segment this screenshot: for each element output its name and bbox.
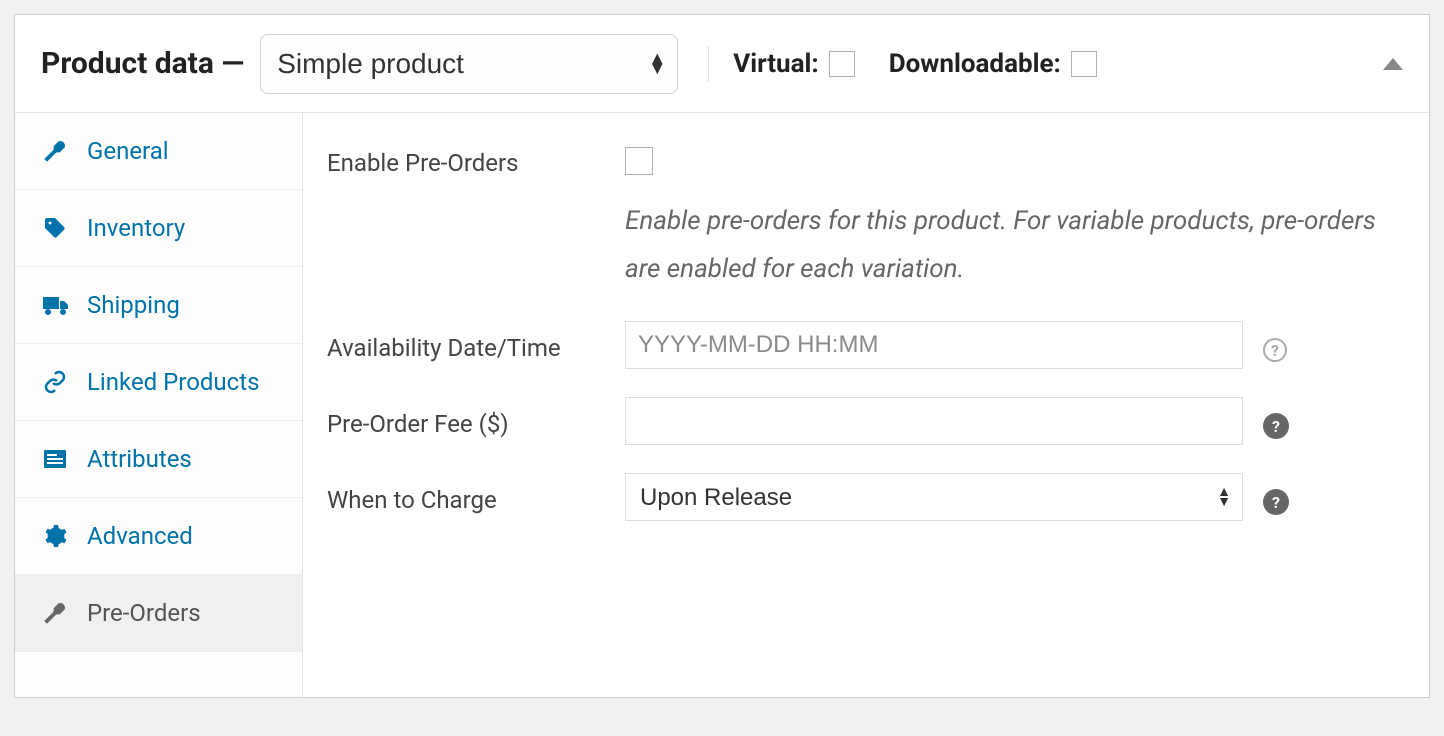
preorder-fee-label: Pre-Order Fee ($) <box>327 404 625 438</box>
tab-inventory[interactable]: Inventory <box>15 190 302 267</box>
tab-label: Linked Products <box>87 368 259 396</box>
preorder-fee-input[interactable] <box>625 397 1243 445</box>
enable-preorders-label: Enable Pre-Orders <box>327 143 625 177</box>
tab-shipping[interactable]: Shipping <box>15 267 302 344</box>
availability-date-input[interactable] <box>625 321 1243 369</box>
tab-label: Pre-Orders <box>87 599 201 627</box>
when-to-charge-select[interactable]: Upon Release <box>625 473 1243 521</box>
help-icon[interactable]: ? <box>1263 413 1289 439</box>
wrench-icon <box>43 139 69 163</box>
list-icon <box>43 447 69 471</box>
panel-header: Product data — Simple product ▲▼ Virtual… <box>15 15 1429 113</box>
link-icon <box>43 370 69 394</box>
divider <box>708 46 709 82</box>
tab-label: Shipping <box>87 291 180 319</box>
product-data-panel: Product data — Simple product ▲▼ Virtual… <box>14 14 1430 698</box>
virtual-label: Virtual: <box>733 49 819 79</box>
gear-icon <box>43 524 69 548</box>
enable-preorders-description: Enable pre-orders for this product. For … <box>625 197 1385 293</box>
product-data-tabs: General Inventory Shipping <box>15 113 303 697</box>
tab-advanced[interactable]: Advanced <box>15 498 302 575</box>
tab-label: General <box>87 137 169 165</box>
tab-label: Advanced <box>87 522 193 550</box>
availability-date-label: Availability Date/Time <box>327 328 625 362</box>
downloadable-checkbox[interactable] <box>1071 51 1097 77</box>
tag-icon <box>43 216 69 240</box>
tab-label: Inventory <box>87 214 185 242</box>
help-icon[interactable]: ? <box>1263 338 1287 362</box>
tab-general[interactable]: General <box>15 113 302 190</box>
panel-title: Product data — <box>41 46 244 81</box>
virtual-checkbox[interactable] <box>829 51 855 77</box>
downloadable-label: Downloadable: <box>889 49 1061 79</box>
panel-body: General Inventory Shipping <box>15 113 1429 697</box>
enable-preorders-checkbox[interactable] <box>625 147 653 175</box>
collapse-toggle-icon[interactable] <box>1383 58 1403 70</box>
tab-attributes[interactable]: Attributes <box>15 421 302 498</box>
product-type-select[interactable]: Simple product <box>260 34 678 94</box>
tab-linked-products[interactable]: Linked Products <box>15 344 302 421</box>
truck-icon <box>43 293 69 317</box>
wrench-icon <box>43 601 69 625</box>
tab-pre-orders[interactable]: Pre-Orders <box>15 575 302 652</box>
tab-content-preorders: Enable Pre-Orders Enable pre-orders for … <box>303 113 1429 697</box>
when-to-charge-label: When to Charge <box>327 480 625 514</box>
help-icon[interactable]: ? <box>1263 489 1289 515</box>
tab-label: Attributes <box>87 445 192 473</box>
